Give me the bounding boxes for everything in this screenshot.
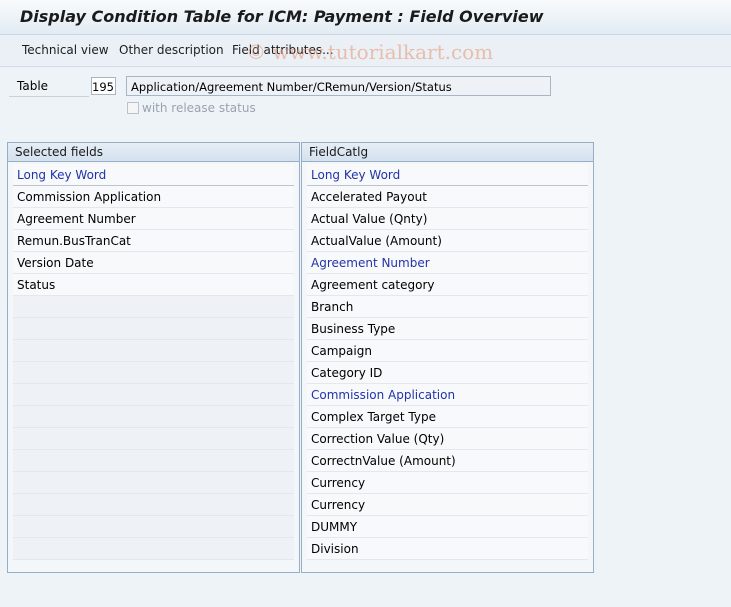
list-item-label: Agreement category xyxy=(311,278,435,292)
list-item-label: Status xyxy=(17,278,56,292)
field-catalog-column-title-label: Long Key Word xyxy=(311,168,401,182)
list-item-label: CorrectnValue (Amount) xyxy=(311,454,456,468)
empty-row xyxy=(13,296,294,318)
empty-row xyxy=(13,362,294,384)
selected-fields-panel: Selected fields Long Key Word Commission … xyxy=(7,142,300,573)
list-item-label: Business Type xyxy=(311,322,396,336)
list-item[interactable]: Currency xyxy=(307,494,588,516)
list-item-label: Agreement Number xyxy=(311,256,430,270)
field-attributes-button[interactable]: Field attributes... xyxy=(232,43,334,57)
empty-row xyxy=(13,340,294,362)
list-item-label: DUMMY xyxy=(311,520,358,534)
list-item[interactable]: CorrectnValue (Amount) xyxy=(307,450,588,472)
field-catalog-header: FieldCatlg xyxy=(302,143,593,162)
list-item[interactable]: Commission Application xyxy=(307,384,588,406)
list-item-label: Version Date xyxy=(17,256,94,270)
list-item-label: Actual Value (Qnty) xyxy=(311,212,428,226)
list-item[interactable]: Agreement Number xyxy=(307,252,588,274)
list-item-label: Commission Application xyxy=(311,388,456,402)
selected-fields-list: Long Key Word Commission Application Agree… xyxy=(13,164,294,560)
field-catalog-header-label: FieldCatlg xyxy=(309,145,369,159)
list-item-label: Commission Application xyxy=(17,190,162,204)
list-item-label: Category ID xyxy=(311,366,383,380)
list-item[interactable]: Actual Value (Qnty) xyxy=(307,208,588,230)
list-item-label: Branch xyxy=(311,300,354,314)
release-status-label: with release status xyxy=(142,101,256,115)
empty-row xyxy=(13,384,294,406)
list-item-label: Division xyxy=(311,542,359,556)
empty-row xyxy=(13,494,294,516)
list-item-label: Campaign xyxy=(311,344,372,358)
page-title: Display Condition Table for ICM: Payment… xyxy=(20,7,544,26)
list-item[interactable]: Campaign xyxy=(307,340,588,362)
list-item[interactable]: Remun.BusTranCat xyxy=(13,230,294,252)
list-item[interactable]: Branch xyxy=(307,296,588,318)
list-item[interactable]: Version Date xyxy=(13,252,294,274)
field-catalog-column-title: Long Key Word xyxy=(307,164,588,186)
list-item-label: Complex Target Type xyxy=(311,410,436,424)
selected-fields-column-title-label: Long Key Word xyxy=(17,168,107,182)
technical-view-button[interactable]: Technical view xyxy=(22,43,109,57)
field-catalog-list: Long Key Word Accelerated Payout Actual Va… xyxy=(307,164,588,560)
list-item-label: Currency xyxy=(311,498,366,512)
release-status-checkbox[interactable] xyxy=(127,102,139,114)
selected-fields-column-title: Long Key Word xyxy=(13,164,294,186)
list-item[interactable]: Division xyxy=(307,538,588,560)
list-item[interactable]: Commission Application xyxy=(13,186,294,208)
list-item[interactable]: ActualValue (Amount) xyxy=(307,230,588,252)
title-bar: Display Condition Table for ICM: Payment… xyxy=(0,0,731,35)
selected-fields-header-label: Selected fields xyxy=(15,145,103,159)
list-item[interactable]: Category ID xyxy=(307,362,588,384)
field-catalog-panel: FieldCatlg Long Key Word Accelerated Payo… xyxy=(301,142,594,573)
list-item[interactable]: Agreement category xyxy=(307,274,588,296)
empty-row xyxy=(13,406,294,428)
list-item[interactable]: Complex Target Type xyxy=(307,406,588,428)
list-item-label: Currency xyxy=(311,476,366,490)
selected-fields-header: Selected fields xyxy=(8,143,299,162)
list-item-label: Agreement Number xyxy=(17,212,136,226)
table-description-field: Application/Agreement Number/CRemun/Vers… xyxy=(126,76,551,96)
table-label-text: Table xyxy=(17,79,49,93)
list-item-label: Accelerated Payout xyxy=(311,190,427,204)
list-item[interactable]: Correction Value (Qty) xyxy=(307,428,588,450)
list-item[interactable]: Status xyxy=(13,274,294,296)
list-item[interactable]: DUMMY xyxy=(307,516,588,538)
list-item-label: ActualValue (Amount) xyxy=(311,234,442,248)
table-number-field[interactable]: 195 xyxy=(91,77,116,95)
empty-row xyxy=(13,450,294,472)
empty-row xyxy=(13,516,294,538)
empty-row xyxy=(13,428,294,450)
list-item-label: Remun.BusTranCat xyxy=(17,234,131,248)
table-label: Table xyxy=(9,76,89,97)
empty-row xyxy=(13,472,294,494)
list-item[interactable]: Agreement Number xyxy=(13,208,294,230)
empty-row xyxy=(13,538,294,560)
list-item-label: Correction Value (Qty) xyxy=(311,432,445,446)
other-description-button[interactable]: Other description xyxy=(119,43,224,57)
list-item[interactable]: Currency xyxy=(307,472,588,494)
list-item[interactable]: Business Type xyxy=(307,318,588,340)
empty-row xyxy=(13,318,294,340)
application-toolbar: Technical view Other description Field a… xyxy=(0,35,731,67)
list-item[interactable]: Accelerated Payout xyxy=(307,186,588,208)
